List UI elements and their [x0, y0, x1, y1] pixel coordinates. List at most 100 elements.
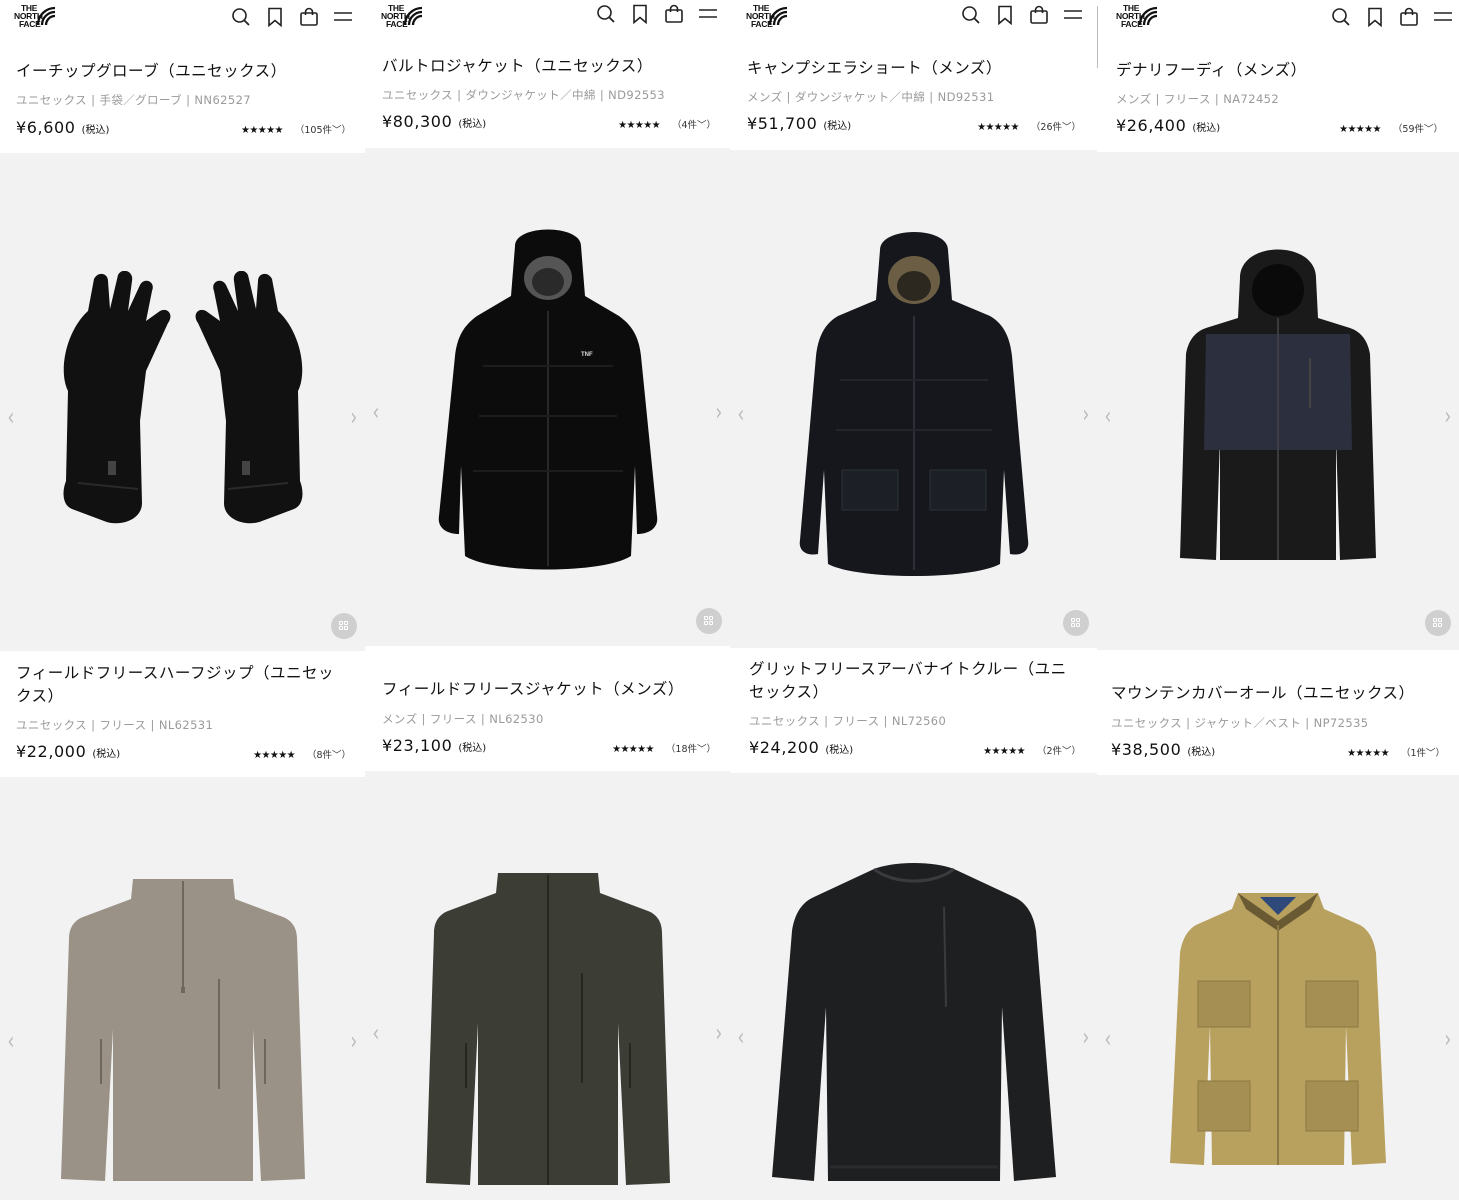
product-image-coverall: [1168, 885, 1388, 1179]
carousel-prev-arrow[interactable]: ‹: [7, 1027, 14, 1055]
product-rating[interactable]: ★★★★★ （4件﹀）: [618, 117, 716, 131]
rating-stars: ★★★★★: [241, 125, 283, 136]
product-meta: ユニセックス | フリース | NL72560: [749, 714, 947, 728]
carousel-next-arrow[interactable]: ›: [351, 1027, 358, 1055]
menu-icon[interactable]: [1432, 6, 1454, 28]
search-icon[interactable]: [960, 4, 982, 26]
product-rating[interactable]: ★★★★★ （18件﹀）: [612, 741, 716, 755]
site-header: THE NORTH FACE: [365, 0, 730, 40]
carousel-next-arrow[interactable]: ›: [1083, 400, 1090, 428]
product-price: ¥6,600 (税込): [16, 118, 110, 137]
product-title[interactable]: バルトロジャケット（ユニセックス）: [382, 55, 712, 78]
carousel-prev-arrow[interactable]: ‹: [1104, 402, 1111, 430]
review-count: （26件﹀）: [1030, 122, 1081, 133]
carousel-next-arrow[interactable]: ›: [351, 403, 358, 431]
site-header: THE NORTH FACE: [0, 0, 365, 40]
bookmark-icon[interactable]: [264, 6, 286, 28]
product-title[interactable]: イーチップグローブ（ユニセックス）: [16, 60, 346, 83]
product-price: ¥22,000 (税込): [16, 742, 121, 761]
product-image-area[interactable]: ‹ ›: [1097, 152, 1459, 650]
carousel-next-arrow[interactable]: ›: [716, 398, 723, 426]
color-variants-button[interactable]: [1063, 610, 1089, 636]
product-image-area[interactable]: ‹ ›: [730, 150, 1097, 648]
product-price: ¥80,300 (税込): [382, 112, 487, 131]
product-meta: ユニセックス | ダウンジャケット／中綿 | ND92553: [382, 88, 665, 102]
bookmark-icon[interactable]: [994, 4, 1016, 26]
product-image-area[interactable]: ‹ ›: [365, 771, 730, 1200]
product-rating[interactable]: ★★★★★ （8件﹀）: [253, 747, 351, 761]
product-image-crew-pullover: [764, 857, 1064, 1191]
carousel-prev-arrow[interactable]: ‹: [737, 400, 744, 428]
product-meta: ユニセックス | 手袋／グローブ | NN62527: [16, 93, 252, 107]
menu-icon[interactable]: [1062, 4, 1084, 26]
product-title[interactable]: マウンテンカバーオール（ユニセックス）: [1111, 682, 1451, 705]
rating-stars: ★★★★★: [612, 744, 654, 755]
color-variants-button[interactable]: [1425, 610, 1451, 636]
carousel-next-arrow[interactable]: ›: [716, 1019, 723, 1047]
product-rating[interactable]: ★★★★★ （1件﹀）: [1347, 745, 1445, 759]
brand-logo[interactable]: THE NORTH FACE: [746, 4, 788, 34]
column-3: THE NORTH FACE キャンプシエラショート（メンズ） メンズ | ダウンジ…: [730, 0, 1097, 1200]
product-rating[interactable]: ★★★★★ （26件﹀）: [977, 119, 1081, 133]
product-title[interactable]: キャンプシエラショート（メンズ）: [747, 57, 1077, 80]
product-meta: メンズ | フリース | NA72452: [1116, 92, 1280, 106]
rating-stars: ★★★★★: [1339, 124, 1381, 135]
product-image-fleece-jacket: [418, 863, 678, 1197]
site-header: THE NORTH FACE: [730, 0, 1097, 40]
color-variants-button[interactable]: [331, 613, 357, 639]
site-header: THE NORTH FACE: [1097, 0, 1459, 40]
rating-stars: ★★★★★: [1347, 748, 1389, 759]
cart-icon[interactable]: [1028, 4, 1050, 26]
product-rating[interactable]: ★★★★★ （2件﹀）: [983, 743, 1081, 757]
bookmark-icon[interactable]: [1364, 6, 1386, 28]
cart-icon[interactable]: [1398, 6, 1420, 28]
product-image-area[interactable]: ‹ › TNF: [365, 148, 730, 646]
product-image-down-jacket: TNF: [423, 216, 673, 580]
carousel-prev-arrow[interactable]: ‹: [1104, 1025, 1111, 1053]
rating-stars: ★★★★★: [977, 122, 1019, 133]
cart-icon[interactable]: [663, 3, 685, 25]
color-variants-button[interactable]: [696, 608, 722, 634]
column-divider: [1097, 6, 1098, 68]
product-image-area[interactable]: ‹ ›: [1097, 775, 1459, 1200]
product-image-area[interactable]: ‹ ›: [730, 773, 1097, 1200]
search-icon[interactable]: [1330, 6, 1352, 28]
product-meta: メンズ | フリース | NL62530: [382, 712, 544, 726]
carousel-next-arrow[interactable]: ›: [1083, 1023, 1090, 1051]
carousel-next-arrow[interactable]: ›: [1445, 1025, 1452, 1053]
product-title[interactable]: デナリフーディ（メンズ）: [1116, 59, 1436, 82]
bookmark-icon[interactable]: [629, 3, 651, 25]
product-meta: ユニセックス | ジャケット／ベスト | NP72535: [1111, 716, 1369, 730]
search-icon[interactable]: [230, 6, 252, 28]
review-count: （4件﹀）: [671, 120, 716, 131]
review-count: （8件﹀）: [306, 750, 351, 761]
cart-icon[interactable]: [298, 6, 320, 28]
product-image-puffer: [784, 220, 1044, 584]
product-meta: メンズ | ダウンジャケット／中綿 | ND92531: [747, 90, 995, 104]
carousel-next-arrow[interactable]: ›: [1445, 402, 1452, 430]
review-count: （18件﹀）: [665, 744, 716, 755]
product-rating[interactable]: ★★★★★ （105件﹀）: [241, 122, 351, 136]
carousel-prev-arrow[interactable]: ‹: [737, 1023, 744, 1051]
column-4: THE NORTH FACE デナリフーディ（メンズ） メンズ | フリース | N…: [1097, 0, 1459, 1200]
carousel-prev-arrow[interactable]: ‹: [372, 1019, 379, 1047]
column-2: THE NORTH FACE バルトロジャケット（ユニセックス） ユニセックス | …: [365, 0, 730, 1200]
product-title[interactable]: フィールドフリースジャケット（メンズ）: [382, 678, 712, 701]
brand-logo[interactable]: THE NORTH FACE: [1116, 4, 1158, 34]
product-rating[interactable]: ★★★★★ （59件﹀）: [1339, 121, 1443, 135]
product-image-area[interactable]: ‹ ›: [0, 777, 365, 1200]
carousel-prev-arrow[interactable]: ‹: [7, 403, 14, 431]
menu-icon[interactable]: [697, 3, 719, 25]
carousel-prev-arrow[interactable]: ‹: [372, 398, 379, 426]
review-count: （1件﹀）: [1400, 748, 1445, 759]
search-icon[interactable]: [595, 3, 617, 25]
menu-icon[interactable]: [332, 6, 354, 28]
brand-logo[interactable]: THE NORTH FACE: [381, 4, 423, 34]
product-title[interactable]: フィールドフリースハーフジップ（ユニセックス）: [16, 662, 346, 708]
column-1: THE NORTH FACE イーチップグローブ（ユニセックス） ユニセックス | …: [0, 0, 365, 1200]
rating-stars: ★★★★★: [253, 750, 295, 761]
brand-logo[interactable]: THE NORTH FACE: [14, 4, 56, 34]
product-title[interactable]: グリットフリースアーバナイトクルー（ユニセックス）: [749, 658, 1079, 704]
product-price: ¥24,200 (税込): [749, 738, 854, 757]
product-image-area[interactable]: ‹ ›: [0, 153, 365, 651]
